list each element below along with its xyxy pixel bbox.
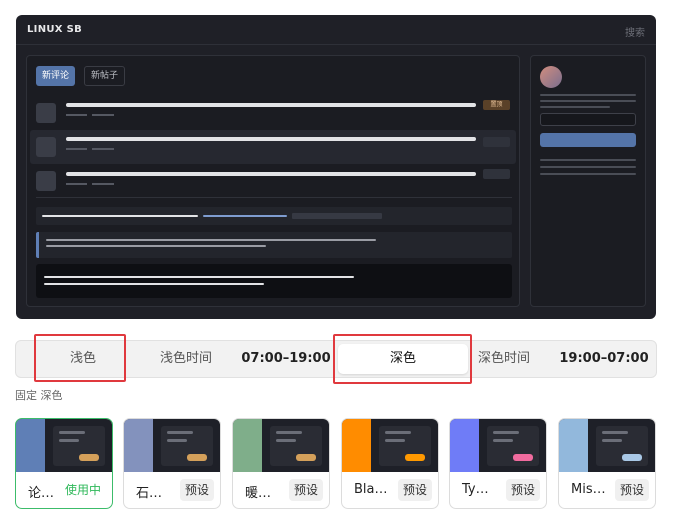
theme-card[interactable]: 论… 使用中 — [15, 418, 113, 509]
preview-text-block — [36, 207, 512, 225]
theme-name: 石… — [136, 486, 163, 501]
theme-name: Bla… — [354, 482, 388, 497]
preview-post-avatar — [36, 171, 56, 191]
preview-post-meta — [92, 114, 114, 116]
preview-post-avatar — [36, 103, 56, 123]
theme-accent-swatch — [233, 419, 262, 472]
theme-name: 暖… — [245, 486, 272, 501]
theme-card[interactable]: 石… 预设 — [123, 418, 221, 509]
mode-light-button[interactable]: 浅色 — [38, 341, 128, 377]
preview-post-title — [66, 103, 476, 107]
theme-card[interactable]: Bla… 预设 — [341, 418, 439, 509]
preview-user-avatar — [540, 66, 562, 88]
theme-preset-badge: 预设 — [179, 479, 214, 501]
theme-card[interactable]: Ty… 预设 — [449, 418, 547, 509]
preview-post-pill — [483, 169, 510, 179]
preview-post-avatar — [36, 137, 56, 157]
theme-mode-switch: 浅色 浅色时间 07:00–19:00 深色 深色时间 19:00–07:00 — [15, 340, 657, 378]
preview-post-meta — [66, 114, 87, 116]
theme-preset-badge: 预设 — [614, 479, 649, 501]
theme-tag-swatch — [405, 454, 425, 461]
preview-pinned-badge: 置顶 — [483, 100, 510, 110]
theme-preset-badge: 预设 — [288, 479, 323, 501]
preview-post-pill — [483, 137, 510, 147]
theme-preset-badge: 预设 — [505, 479, 540, 501]
preview-post-meta — [66, 148, 87, 150]
dark-time-label: 深色时间 — [477, 351, 530, 366]
preview-post-row — [30, 164, 516, 198]
theme-thumbnail — [342, 419, 438, 472]
theme-accent-swatch — [124, 419, 153, 472]
theme-thumbnail — [450, 419, 546, 472]
preview-post-meta — [66, 183, 87, 185]
light-time-label: 浅色时间 — [159, 351, 212, 366]
preview-divider — [36, 197, 512, 198]
theme-name: 论… — [28, 486, 55, 501]
theme-accent-swatch — [559, 419, 588, 472]
fixed-mode-label: 固定 深色 — [15, 389, 63, 402]
preview-post-meta — [92, 183, 114, 185]
preview-post-title — [66, 137, 476, 141]
theme-preview: LINUX SB 搜索 新评论 新帖子 置顶 — [16, 15, 656, 319]
preview-quote-block — [36, 232, 512, 258]
preview-tab-new-comments: 新评论 — [36, 66, 76, 86]
preview-post-row: 置顶 — [30, 96, 516, 130]
theme-tag-swatch — [296, 454, 316, 461]
dark-time-range[interactable]: 19:00–07:00 — [556, 341, 652, 377]
preview-code-block — [36, 264, 512, 298]
theme-thumbnail — [233, 419, 329, 472]
theme-tag-swatch — [513, 454, 533, 461]
theme-accent-swatch — [16, 419, 45, 472]
theme-preset-badge: 预设 — [397, 479, 432, 501]
theme-tag-swatch — [187, 454, 207, 461]
preview-search: 搜索 — [625, 28, 645, 39]
preview-header: LINUX SB 搜索 — [16, 15, 656, 45]
theme-accent-swatch — [342, 419, 371, 472]
theme-thumbnail — [124, 419, 220, 472]
preview-post-title — [66, 172, 476, 176]
preview-side-button — [540, 133, 636, 147]
theme-tag-swatch — [622, 454, 642, 461]
theme-name: Mis… — [571, 482, 606, 497]
preview-logo: LINUX SB — [27, 24, 82, 35]
theme-accent-swatch — [450, 419, 479, 472]
preview-post-meta — [92, 148, 114, 150]
preview-post-row — [30, 130, 516, 164]
theme-card[interactable]: Mis… 预设 — [558, 418, 656, 509]
preview-main-panel: 新评论 新帖子 置顶 — [26, 55, 520, 307]
theme-card[interactable]: 暖… 预设 — [232, 418, 330, 509]
theme-thumbnail — [559, 419, 655, 472]
theme-name: Ty… — [462, 482, 489, 497]
mode-dark-button[interactable]: 深色 — [338, 344, 468, 374]
theme-tag-swatch — [79, 454, 99, 461]
theme-thumbnail — [16, 419, 112, 472]
preview-sidebar — [530, 55, 646, 307]
theme-in-use-label: 使用中 — [64, 483, 101, 497]
preview-side-input — [540, 113, 636, 126]
light-time-range[interactable]: 07:00–19:00 — [238, 341, 334, 377]
preview-tab-new-posts: 新帖子 — [84, 66, 126, 86]
